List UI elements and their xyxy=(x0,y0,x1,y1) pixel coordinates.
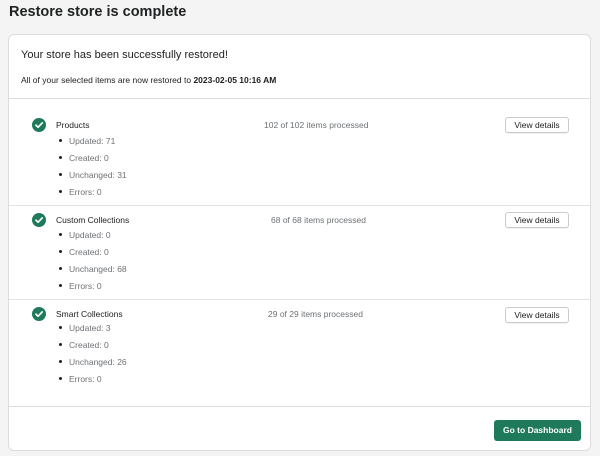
stat-errors: Errors: 0 xyxy=(58,373,127,390)
processed-count: 102 of 102 items processed xyxy=(264,120,369,130)
stat-unchanged: Unchanged: 68 xyxy=(58,263,127,280)
section-title: Products xyxy=(56,120,90,130)
success-message-prefix: All of your selected items are now resto… xyxy=(21,75,194,85)
section-title: Smart Collections xyxy=(56,309,123,319)
success-heading: Your store has been successfully restore… xyxy=(21,49,228,61)
check-circle-icon xyxy=(32,307,46,321)
section-custom-collections: Custom Collections 68 of 68 items proces… xyxy=(9,206,590,300)
view-details-button[interactable]: View details xyxy=(505,307,569,323)
section-products: Products 102 of 102 items processed Upda… xyxy=(9,99,590,206)
stat-unchanged: Unchanged: 31 xyxy=(58,169,127,186)
stat-updated: Updated: 0 xyxy=(58,229,127,246)
card-footer: Go to Dashboard xyxy=(9,406,590,450)
stat-errors: Errors: 0 xyxy=(58,186,127,203)
section-smart-collections: Smart Collections 29 of 29 items process… xyxy=(9,300,590,406)
processed-count: 29 of 29 items processed xyxy=(268,309,363,319)
processed-count: 68 of 68 items processed xyxy=(271,215,366,225)
card-header: Your store has been successfully restore… xyxy=(9,35,590,99)
stat-updated: Updated: 71 xyxy=(58,135,127,152)
section-title: Custom Collections xyxy=(56,215,130,225)
restore-summary-card: Your store has been successfully restore… xyxy=(8,34,591,451)
view-details-button[interactable]: View details xyxy=(505,117,569,133)
page-title: Restore store is complete xyxy=(9,4,187,20)
check-circle-icon xyxy=(32,213,46,227)
stats-list: Updated: 3 Created: 0 Unchanged: 26 Erro… xyxy=(58,322,127,390)
restored-timestamp: 2023-02-05 10:16 AM xyxy=(193,75,277,85)
stat-created: Created: 0 xyxy=(58,339,127,356)
stat-created: Created: 0 xyxy=(58,246,127,263)
stat-updated: Updated: 3 xyxy=(58,322,127,339)
check-circle-icon xyxy=(32,118,46,132)
stats-list: Updated: 0 Created: 0 Unchanged: 68 Erro… xyxy=(58,229,127,297)
go-to-dashboard-button[interactable]: Go to Dashboard xyxy=(494,420,581,441)
success-message: All of your selected items are now resto… xyxy=(21,75,276,85)
stats-list: Updated: 71 Created: 0 Unchanged: 31 Err… xyxy=(58,135,127,203)
view-details-button[interactable]: View details xyxy=(505,212,569,228)
stat-created: Created: 0 xyxy=(58,152,127,169)
stat-unchanged: Unchanged: 26 xyxy=(58,356,127,373)
stat-errors: Errors: 0 xyxy=(58,280,127,297)
